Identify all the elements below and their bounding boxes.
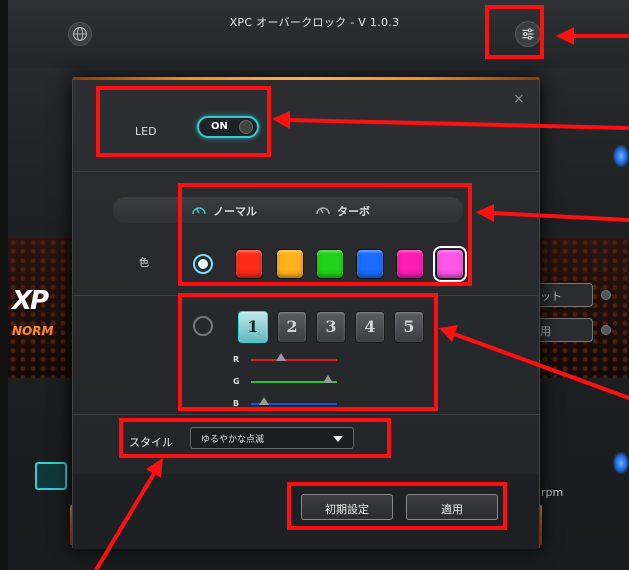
hex-pattern-right [540, 238, 629, 378]
logo-text: XP [12, 286, 49, 316]
right-button-1[interactable]: ット [535, 283, 593, 307]
globe-icon-graphic [73, 27, 87, 41]
right-button-2[interactable]: 用 [535, 318, 593, 342]
blue-glow-top [613, 145, 629, 167]
right-dot-1[interactable] [601, 290, 611, 300]
annotation-box-buttons [287, 482, 507, 530]
close-icon[interactable]: × [513, 91, 525, 107]
divider [73, 414, 539, 415]
annotation-box-settings [485, 5, 544, 59]
right-dot-2[interactable] [601, 325, 611, 335]
blue-glow-bottom [613, 452, 629, 474]
color-label: 色 [139, 258, 149, 269]
chip-icon[interactable] [35, 462, 67, 490]
globe-icon[interactable] [68, 22, 92, 46]
logo-subtext: NORM [12, 324, 54, 338]
annotation-box-led [96, 86, 271, 157]
annotation-box-colors [178, 183, 472, 286]
annotation-box-style [119, 418, 391, 458]
divider [73, 171, 539, 172]
rpm-label: rpm [541, 486, 564, 499]
brand-logo: XP NORM [8, 280, 70, 360]
annotation-box-custom [178, 293, 438, 411]
